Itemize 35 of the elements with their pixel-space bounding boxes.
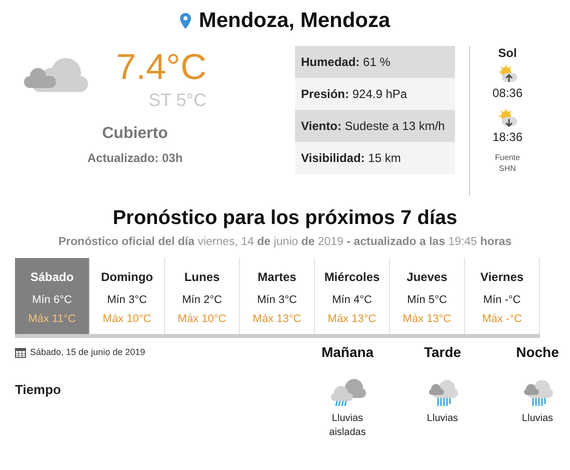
period-condition: Lluvias [426, 412, 460, 426]
period-heading: Mañana [320, 344, 375, 360]
date-label: Sábado, 15 de junio de 2019 [30, 347, 146, 357]
day-tab[interactable]: Viernes Mín -°C Máx -°C [465, 258, 540, 334]
sun-time: 18:36 [492, 130, 523, 144]
location-title: Mendoza, Mendoza [198, 9, 390, 33]
day-tab[interactable]: Domingo Mín 3°C Máx 10°C [90, 258, 165, 334]
sun-time: 08:36 [492, 86, 523, 100]
stat-row: Presión: 924.9 hPa [295, 78, 455, 110]
condition-label: Cubierto [102, 125, 168, 143]
forecast-title: Pronóstico para los próximos 7 días [112, 207, 458, 230]
calendar-icon [15, 346, 26, 358]
day-tab[interactable]: Martes Mín 3°C Máx 13°C [240, 258, 315, 334]
updated-label: Actualizado: 03h [87, 151, 183, 165]
stat-row: Viento: Sudeste a 13 km/h [295, 110, 455, 142]
period-heading: Noche [515, 344, 560, 360]
sunrise-icon [498, 64, 518, 84]
period-condition: Lluvias aisladas [328, 412, 367, 440]
day-tab[interactable]: Sábado Mín 6°C Máx 11°C [15, 258, 90, 334]
sunset-icon [498, 108, 518, 128]
forecast-subtitle: Pronóstico oficial del día viernes, 14 de junio de 2019 - actualizado a las 19:45 horas [57, 236, 513, 248]
sun-title: Sol [498, 46, 517, 60]
location-pin-icon [180, 13, 191, 29]
day-tab[interactable]: Jueves Mín 5°C Máx 13°C [390, 258, 465, 334]
stat-row: Humedad: 61 % [295, 46, 455, 78]
period-heading: Tarde [422, 344, 462, 360]
row-label: Tiempo [15, 382, 62, 399]
rain-cloud-icon [328, 378, 366, 408]
day-tab[interactable]: Lunes Mín 2°C Máx 10°C [165, 258, 240, 334]
stat-row: Visibilidad: 15 km [295, 142, 455, 174]
cloud-icon [24, 56, 88, 94]
source-label: Fuente SHN [495, 152, 520, 174]
period-condition: Lluvias [520, 412, 554, 426]
temperature: 7.4°C [116, 46, 206, 88]
day-tab[interactable]: Miércoles Mín 4°C Máx 13°C [315, 258, 390, 334]
